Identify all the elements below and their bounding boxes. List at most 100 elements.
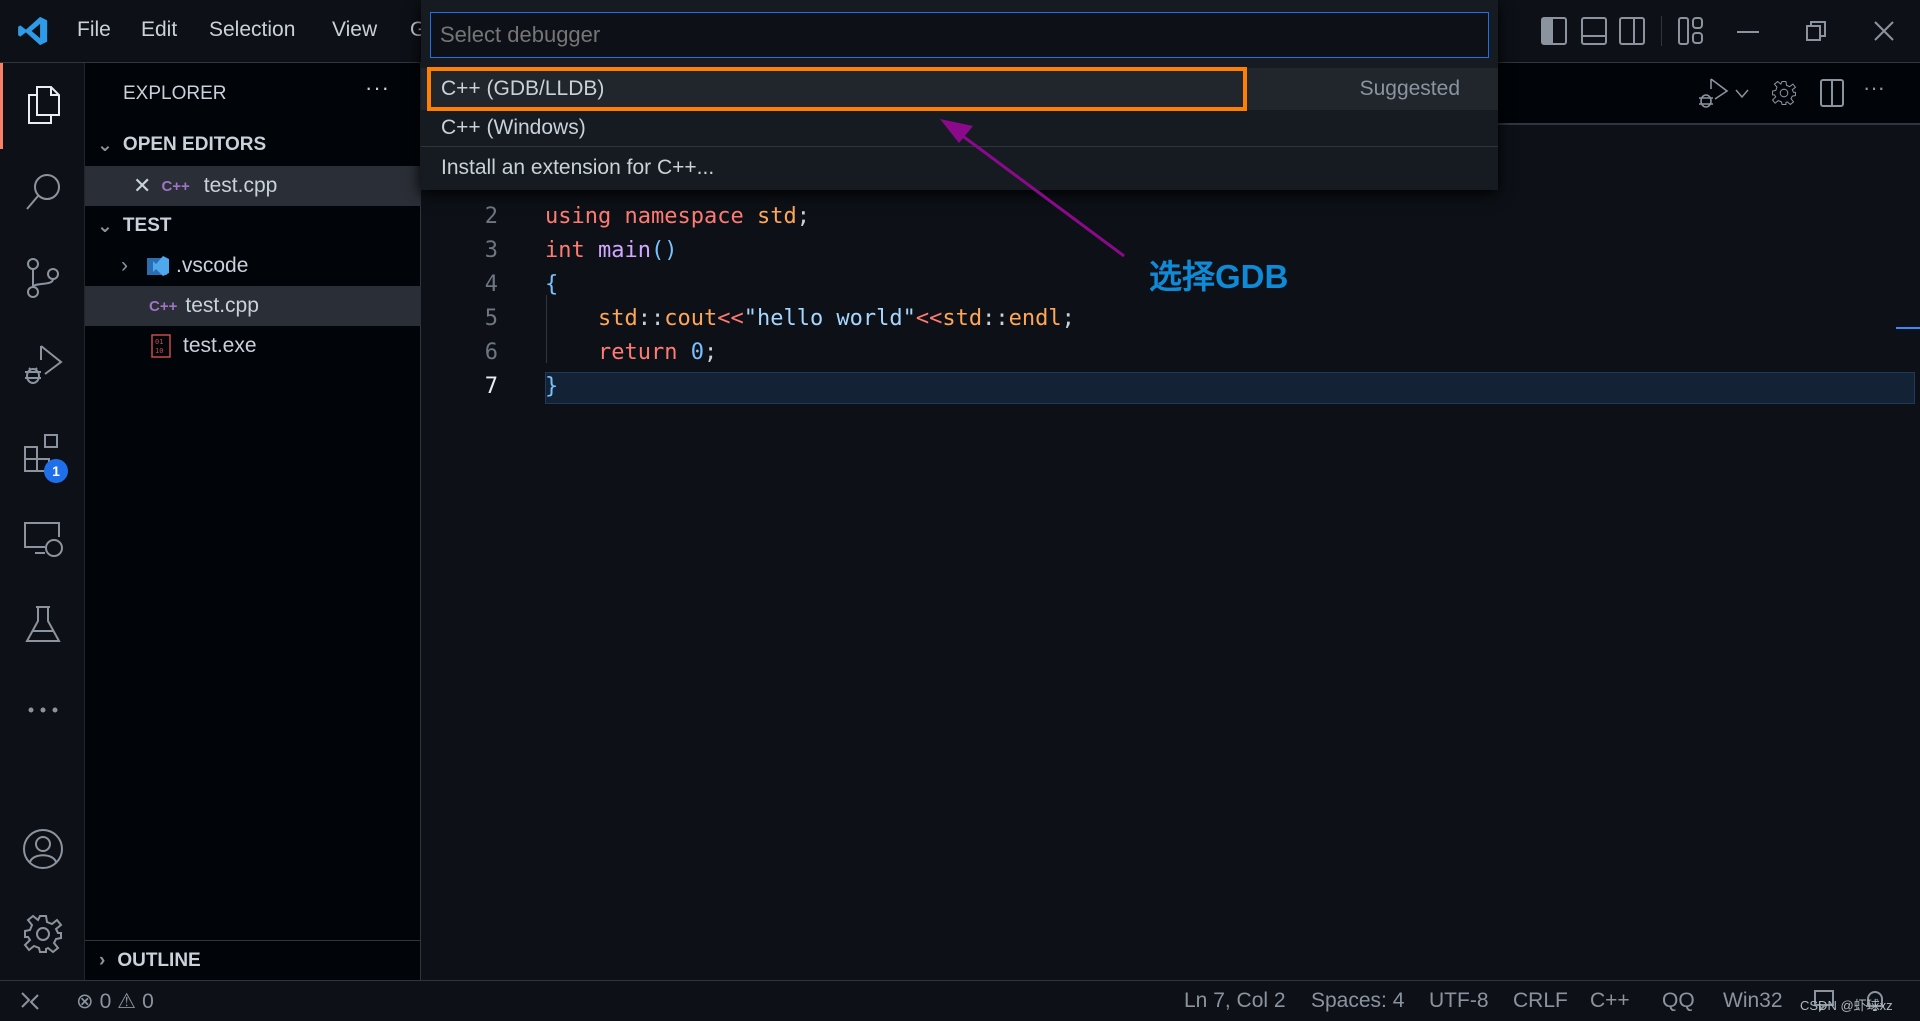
current-line-highlight	[545, 372, 1915, 404]
file-label: test.exe	[183, 334, 257, 357]
platform-config[interactable]: Win32	[1723, 989, 1783, 1013]
files-icon	[27, 86, 60, 124]
language-mode[interactable]: C++	[1590, 989, 1630, 1013]
more-icon	[28, 707, 57, 713]
close-editor-icon[interactable]: ✕	[133, 173, 151, 199]
activity-bar: 1	[0, 63, 85, 980]
chevron-right-icon: ›	[99, 949, 106, 971]
remote-button[interactable]	[0, 981, 60, 1021]
option-install-extension[interactable]: Install an extension for C++...	[421, 150, 1498, 186]
restore-icon[interactable]	[1806, 21, 1826, 41]
code-line-4: {	[545, 272, 559, 297]
line-number: 3	[484, 238, 498, 263]
encoding[interactable]: UTF-8	[1429, 989, 1489, 1013]
problems-button[interactable]: ⊗ 0 ⚠ 0	[76, 989, 154, 1014]
debugger-search-input[interactable]	[430, 12, 1489, 58]
testing-button[interactable]	[0, 590, 85, 660]
extensions-button[interactable]: 1	[0, 418, 85, 488]
gear-icon	[23, 914, 62, 954]
accounts-button[interactable]	[0, 814, 85, 884]
separator	[421, 146, 1498, 147]
close-icon[interactable]	[1874, 21, 1894, 41]
source-control-icon	[26, 258, 59, 298]
annotation-highlight-box	[427, 67, 1247, 111]
tree-item-vscode[interactable]: › .vscode	[85, 246, 421, 286]
explorer-button[interactable]	[0, 70, 85, 140]
beaker-icon	[24, 606, 61, 642]
folder-section-test[interactable]: ⌄ TEST	[85, 206, 421, 246]
section-label: OPEN EDITORS	[122, 134, 267, 155]
menu-file[interactable]: File	[77, 18, 111, 42]
cpp-file-icon: C++	[161, 177, 190, 195]
section-label: OUTLINE	[117, 949, 201, 971]
status-bar: ⊗ 0 ⚠ 0 Ln 7, Col 2 Spaces: 4 UTF-8 CRLF C…	[0, 980, 1920, 1020]
remote-explorer-icon	[23, 522, 63, 557]
toggle-secondary-sidebar-icon[interactable]	[1619, 17, 1645, 45]
minimize-icon[interactable]	[1737, 30, 1759, 34]
indentation[interactable]: Spaces: 4	[1311, 989, 1404, 1013]
binary-file-icon: 0110	[151, 334, 171, 358]
watermark: CSDN @虾球xz	[1800, 998, 1893, 1013]
search-icon	[25, 174, 60, 210]
split-editor-icon[interactable]	[1820, 79, 1844, 107]
manage-button[interactable]	[0, 899, 85, 969]
run-debug-icon[interactable]	[1697, 77, 1733, 111]
line-number: 4	[484, 272, 498, 297]
sidebar-title: EXPLORER	[123, 83, 227, 104]
menu-selection[interactable]: Selection	[209, 18, 295, 42]
source-control-button[interactable]	[0, 243, 85, 313]
gear-icon[interactable]	[1770, 79, 1798, 107]
line-ending[interactable]: CRLF	[1513, 989, 1568, 1013]
remote-explorer-button[interactable]	[0, 504, 85, 574]
open-editors-section[interactable]: ⌄ OPEN EDITORS	[85, 125, 421, 165]
sidebar-explorer: EXPLORER ··· ⌄ OPEN EDITORS ✕ C++ test.cp…	[85, 63, 421, 980]
chevron-down-icon: ⌄	[97, 215, 113, 237]
more-views-button[interactable]	[0, 675, 85, 745]
toggle-primary-sidebar-icon[interactable]	[1541, 17, 1567, 45]
tree-item-test-cpp[interactable]: C++ test.cpp	[85, 286, 421, 326]
line-number-active: 7	[484, 374, 498, 399]
option-cpp-windows[interactable]: C++ (Windows)	[421, 111, 1498, 145]
cursor-position[interactable]: Ln 7, Col 2	[1184, 989, 1286, 1013]
warning-icon: ⚠	[117, 990, 137, 1013]
remote-icon	[21, 992, 39, 1010]
search-button[interactable]	[0, 156, 85, 226]
file-label: test.cpp	[203, 174, 278, 197]
tree-item-test-exe[interactable]: 01 10 test.exe	[85, 326, 421, 366]
suggested-label: Suggested	[1359, 77, 1460, 100]
menu-view[interactable]: View	[332, 18, 377, 42]
warning-count: 0	[142, 989, 154, 1013]
file-label: test.cpp	[185, 294, 259, 317]
chevron-down-icon: ⌄	[97, 134, 113, 156]
run-debug-button[interactable]	[0, 329, 85, 399]
svg-text:10: 10	[155, 347, 163, 355]
more-actions-button[interactable]: ···	[365, 75, 390, 101]
code-line-6: return 0;	[597, 340, 718, 365]
file-label: .vscode	[176, 254, 249, 277]
more-actions-button[interactable]: ···	[1863, 75, 1885, 101]
menu-edit[interactable]: Edit	[141, 18, 177, 42]
scrollbar-cursor-marker[interactable]	[1896, 327, 1920, 329]
outline-section[interactable]: › OUTLINE	[85, 940, 421, 980]
error-count: 0	[99, 989, 112, 1013]
toggle-panel-icon[interactable]	[1581, 17, 1607, 45]
option-label: Install an extension for C++...	[441, 156, 715, 179]
run-debug-icon	[24, 345, 63, 384]
divider	[1661, 16, 1662, 46]
chevron-down-icon[interactable]	[1735, 89, 1749, 99]
extensions-badge: 1	[44, 459, 68, 483]
section-label: TEST	[122, 215, 172, 236]
open-editor-item[interactable]: ✕ C++ test.cpp	[85, 166, 421, 206]
customize-layout-icon[interactable]	[1678, 17, 1704, 45]
line-number: 2	[484, 204, 498, 229]
cpp-file-icon: C++	[149, 297, 178, 315]
code-line-2: using namespace std;	[545, 204, 810, 229]
code-line-5: std::cout<<"hello world"<<std::endl;	[597, 306, 1075, 331]
select-debugger-quickpick: C++ (GDB/LLDB) Suggested C++ (Windows) I…	[421, 0, 1498, 190]
option-label: C++ (Windows)	[441, 116, 586, 139]
code-line-7: }	[545, 374, 559, 399]
error-icon: ⊗	[76, 990, 94, 1013]
qq-status[interactable]: QQ	[1662, 989, 1695, 1013]
code-line-3: int main()	[545, 238, 678, 263]
line-number: 6	[484, 340, 498, 365]
